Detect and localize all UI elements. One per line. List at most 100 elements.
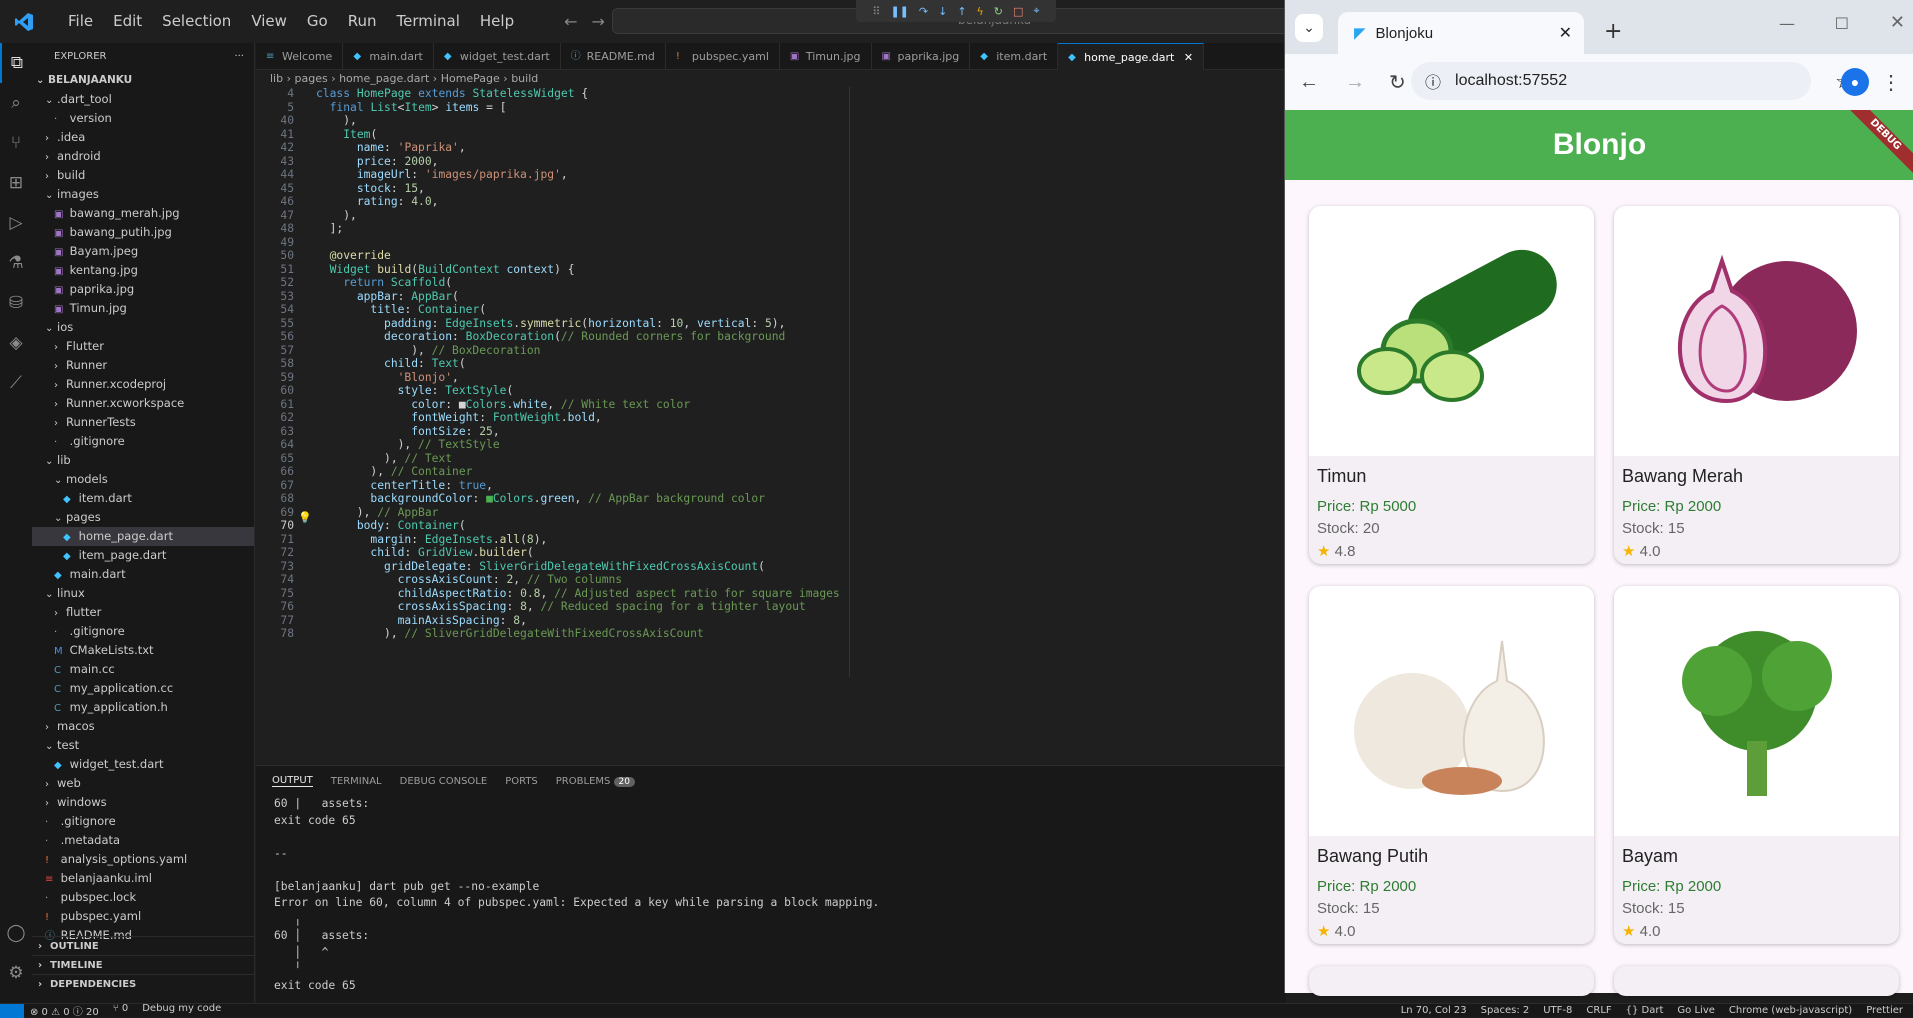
status-item[interactable]: CRLF: [1586, 1005, 1611, 1016]
browser-tab[interactable]: ◤ Blonjoku ✕: [1338, 12, 1584, 54]
tree-folder[interactable]: › windows: [32, 793, 254, 812]
editor-tab[interactable]: ◆ widget_test.dart: [434, 43, 561, 70]
tree-file[interactable]: ! analysis_options.yaml: [32, 850, 254, 869]
menu-selection[interactable]: Selection: [152, 0, 241, 43]
status-item[interactable]: {} Dart: [1626, 1005, 1664, 1016]
editor-tab[interactable]: ! pubspec.yaml: [666, 43, 780, 70]
code-editor[interactable]: 4 class HomePage extends StatelessWidget …: [256, 87, 1286, 677]
panel-tab-terminal[interactable]: TERMINAL: [331, 776, 382, 787]
new-tab-icon[interactable]: +: [1604, 19, 1622, 44]
menu-run[interactable]: Run: [338, 0, 387, 43]
close-window-icon[interactable]: ✕: [1890, 12, 1905, 33]
lightbulb-icon[interactable]: 💡: [298, 511, 312, 524]
tree-folder[interactable]: › macos: [32, 717, 254, 736]
database-icon[interactable]: ⛁: [0, 283, 32, 323]
tree-folder[interactable]: › Runner.xcodeproj: [32, 375, 254, 394]
tree-folder[interactable]: ⌄ pages: [32, 508, 254, 527]
status-item[interactable]: Chrome (web-javascript): [1729, 1005, 1852, 1016]
tree-file[interactable]: · .gitignore: [32, 812, 254, 831]
pause-icon[interactable]: ❚❚: [890, 5, 908, 18]
tree-folder[interactable]: › build: [32, 166, 254, 185]
minimize-icon[interactable]: —: [1779, 14, 1795, 33]
problems-status[interactable]: ⊗ 0 ⚠ 0 ⓘ 20: [30, 1003, 99, 1018]
menu-view[interactable]: View: [241, 0, 297, 43]
source-control-icon[interactable]: ⑂: [0, 123, 32, 163]
tree-folder[interactable]: › .idea: [32, 128, 254, 147]
menu-edit[interactable]: Edit: [103, 0, 152, 43]
address-bar[interactable]: ⓘ localhost:57552 ☆: [1411, 62, 1853, 100]
editor-tab[interactable]: ◆ main.dart: [343, 43, 434, 70]
product-card[interactable]: Bayam Price: Rp 2000 Stock: 15 ★ 4.0: [1614, 586, 1899, 944]
panel-tab-debug-console[interactable]: DEBUG CONSOLE: [400, 776, 488, 787]
stop-icon[interactable]: □: [1013, 5, 1023, 18]
debug-status[interactable]: Debug my code: [142, 1003, 221, 1018]
tree-file[interactable]: ◆ item.dart: [32, 489, 254, 508]
tree-folder[interactable]: ⌄ .dart_tool: [32, 90, 254, 109]
tree-file[interactable]: C my_application.h: [32, 698, 254, 717]
step-over-icon[interactable]: ↷: [919, 5, 928, 18]
back-arrow-icon[interactable]: ←: [564, 12, 577, 31]
tree-file[interactable]: ▣ bawang_putih.jpg: [32, 223, 254, 242]
status-item[interactable]: UTF-8: [1543, 1005, 1572, 1016]
settings-gear-icon[interactable]: ⚙: [0, 953, 32, 993]
editor-tab[interactable]: ▣ paprika.jpg: [872, 43, 971, 70]
tree-file[interactable]: ◆ main.dart: [32, 565, 254, 584]
sidebar-section-dependencies[interactable]: › DEPENDENCIES: [32, 974, 254, 993]
menu-file[interactable]: File: [58, 0, 103, 43]
panel-tab-ports[interactable]: PORTS: [505, 776, 538, 787]
extensions-icon[interactable]: ⊞: [0, 163, 32, 203]
reload-icon[interactable]: ↻: [1389, 70, 1406, 95]
tree-folder[interactable]: › android: [32, 147, 254, 166]
site-info-icon[interactable]: ⓘ: [1425, 69, 1441, 93]
account-icon[interactable]: ◯: [0, 913, 32, 953]
tree-file[interactable]: · .gitignore: [32, 432, 254, 451]
tree-file[interactable]: · version: [32, 109, 254, 128]
status-item[interactable]: Ln 70, Col 23: [1401, 1005, 1467, 1016]
menu-terminal[interactable]: Terminal: [387, 0, 470, 43]
panel-tab-problems[interactable]: PROBLEMS 20: [556, 776, 635, 787]
product-card[interactable]: Timun Price: Rp 5000 Stock: 20 ★ 4.8: [1309, 206, 1594, 564]
status-item[interactable]: Prettier: [1866, 1005, 1903, 1016]
product-card-partial[interactable]: [1309, 966, 1594, 996]
editor-tab[interactable]: ◆ home_page.dart ✕: [1058, 43, 1205, 70]
panel-tab-output[interactable]: OUTPUT: [272, 775, 313, 787]
ports-status[interactable]: ⑂ 0: [113, 1003, 129, 1018]
flutter-icon[interactable]: ⟋: [0, 363, 32, 403]
tree-folder[interactable]: › Runner: [32, 356, 254, 375]
browser-back-icon[interactable]: ←: [1299, 71, 1319, 94]
product-card[interactable]: Bawang Merah Price: Rp 2000 Stock: 15 ★ 4.0: [1614, 206, 1899, 564]
tree-file[interactable]: · pubspec.lock: [32, 888, 254, 907]
tree-file[interactable]: ▣ Bayam.jpeg: [32, 242, 254, 261]
restart-icon[interactable]: ↻: [994, 5, 1003, 18]
tree-folder[interactable]: › Runner.xcworkspace: [32, 394, 254, 413]
tree-folder[interactable]: › web: [32, 774, 254, 793]
tree-file[interactable]: · .metadata: [32, 831, 254, 850]
tree-file[interactable]: C my_application.cc: [32, 679, 254, 698]
inspect-icon[interactable]: ⌖: [1033, 4, 1039, 18]
status-item[interactable]: Go Live: [1677, 1005, 1714, 1016]
run-debug-icon[interactable]: ▷: [0, 203, 32, 243]
tree-file[interactable]: ◆ widget_test.dart: [32, 755, 254, 774]
status-item[interactable]: Spaces: 2: [1481, 1005, 1530, 1016]
profile-avatar-icon[interactable]: ●: [1841, 68, 1869, 96]
menu-help[interactable]: Help: [470, 0, 524, 43]
tree-file[interactable]: ≡ belanjaanku.iml: [32, 869, 254, 888]
drag-handle-icon[interactable]: ⠿: [872, 5, 880, 18]
editor-tab[interactable]: ≡ Welcome: [256, 43, 344, 70]
sidebar-section-timeline[interactable]: › TIMELINE: [32, 955, 254, 974]
tree-file[interactable]: · .gitignore: [32, 622, 254, 641]
forward-arrow-icon[interactable]: →: [592, 12, 605, 31]
tree-folder[interactable]: ⌄ images: [32, 185, 254, 204]
editor-tab[interactable]: ▣ Timun.jpg: [780, 43, 872, 70]
tree-file[interactable]: ▣ bawang_merah.jpg: [32, 204, 254, 223]
tree-file[interactable]: ▣ paprika.jpg: [32, 280, 254, 299]
tree-folder[interactable]: ⌄ lib: [32, 451, 254, 470]
hot-reload-icon[interactable]: ϟ: [977, 5, 984, 18]
tree-folder[interactable]: ⌄ ios: [32, 318, 254, 337]
tab-search-icon[interactable]: ⌄: [1295, 14, 1323, 42]
tree-folder[interactable]: ⌄ test: [32, 736, 254, 755]
close-tab-icon[interactable]: ✕: [1184, 51, 1193, 64]
tree-file[interactable]: ◆ item_page.dart: [32, 546, 254, 565]
tree-folder[interactable]: › flutter: [32, 603, 254, 622]
tree-file[interactable]: ! pubspec.yaml: [32, 907, 254, 926]
